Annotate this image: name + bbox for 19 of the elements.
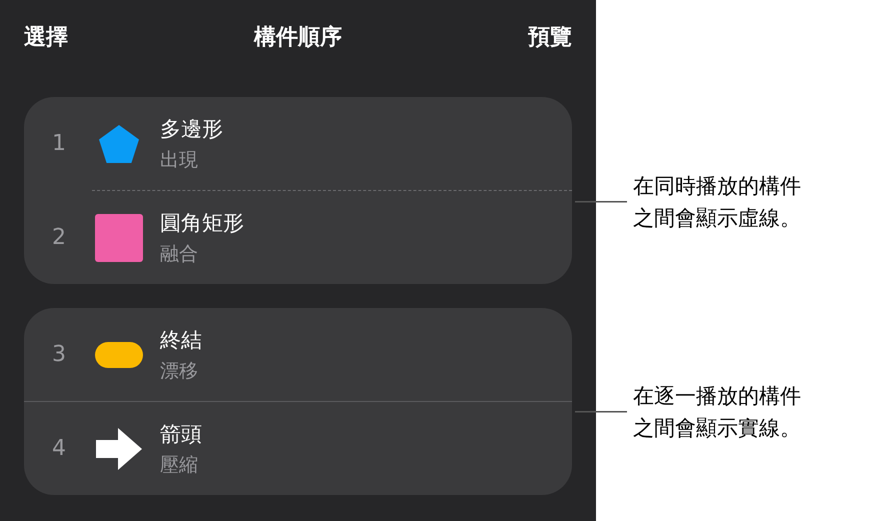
object-name: 箭頭 [160,420,202,448]
screen-title: 構件順序 [254,24,342,52]
leader-line [575,411,627,413]
build-effect: 出現 [160,148,199,172]
build-number: 4 [51,436,67,461]
callout-text: 在逐一播放的構件之間會顯示實線。 [633,383,802,442]
preview-button[interactable]: 預覽 [528,22,572,52]
leader-line [575,201,627,203]
callout-text: 在同時播放的構件之間會顯示虛線。 [633,173,802,232]
build-number: 3 [51,342,67,367]
build-effect: 融合 [160,242,199,266]
build-number: 1 [51,131,67,156]
build-number: 2 [51,225,67,250]
select-button[interactable]: 選擇 [24,22,68,52]
build-effect: 漂移 [160,358,199,384]
object-name: 多邊形 [160,116,223,142]
build-effect: 壓縮 [160,452,199,478]
object-name: 圓角矩形 [160,210,244,236]
object-name: 終結 [160,326,202,354]
